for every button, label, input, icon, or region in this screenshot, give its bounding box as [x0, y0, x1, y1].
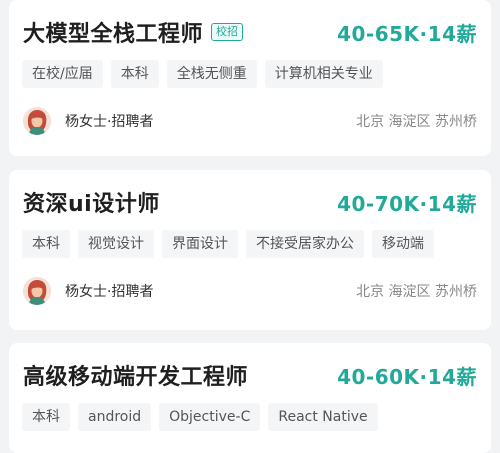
recruiter-avatar-icon: [23, 107, 51, 135]
job-card[interactable]: 大模型全栈工程师 校招 40-65K·14薪 在校/应届 本科 全栈无侧重 计算…: [9, 0, 491, 156]
job-salary: 40-65K·14薪: [337, 21, 477, 46]
job-salary: 40-70K·14薪: [337, 191, 477, 216]
job-tag: android: [78, 403, 152, 431]
campus-recruit-badge: 校招: [211, 23, 244, 41]
job-tag: 本科: [22, 403, 70, 431]
job-card[interactable]: 高级移动端开发工程师 40-60K·14薪 本科 android Objecti…: [9, 343, 491, 453]
recruiter-name: 杨女士·招聘者: [65, 284, 154, 300]
job-tag: 界面设计: [162, 230, 238, 258]
job-tag: 全栈无侧重: [166, 60, 257, 88]
job-tag: 本科: [110, 60, 159, 88]
job-header: 高级移动端开发工程师 40-60K·14薪: [23, 359, 477, 391]
job-tags: 在校/应届 本科 全栈无侧重 计算机相关专业: [22, 60, 383, 88]
job-header: 资深ui设计师 40-70K·14薪: [23, 186, 477, 218]
job-tags: 本科 视觉设计 界面设计 不接受居家办公 移动端: [22, 230, 434, 258]
job-tag: Objective-C: [159, 403, 261, 431]
job-tag: 本科: [22, 230, 70, 258]
job-header: 大模型全栈工程师 校招 40-65K·14薪: [23, 16, 477, 48]
job-tags: 本科 android Objective-C React Native: [22, 403, 378, 431]
job-title: 大模型全栈工程师: [23, 22, 204, 47]
job-tag: 计算机相关专业: [264, 60, 383, 88]
job-location: 北京 海淀区 苏州桥: [356, 114, 477, 130]
job-title: 资深ui设计师: [23, 192, 160, 217]
job-salary: 40-60K·14薪: [337, 364, 477, 389]
recruiter-row: 杨女士·招聘者 北京 海淀区 苏州桥: [23, 106, 477, 136]
job-tag: 不接受居家办公: [246, 230, 364, 258]
job-tag: 视觉设计: [78, 230, 154, 258]
recruiter-row: 杨女士·招聘者 北京 海淀区 苏州桥: [23, 276, 477, 306]
job-tag: 移动端: [372, 230, 434, 258]
recruiter-name: 杨女士·招聘者: [65, 114, 154, 130]
job-tag: React Native: [268, 403, 378, 431]
job-location: 北京 海淀区 苏州桥: [356, 284, 477, 300]
job-tag: 在校/应届: [22, 60, 103, 88]
job-card[interactable]: 资深ui设计师 40-70K·14薪 本科 视觉设计 界面设计 不接受居家办公 …: [9, 170, 491, 330]
recruiter-avatar-icon: [23, 277, 51, 305]
job-title: 高级移动端开发工程师: [23, 365, 249, 390]
